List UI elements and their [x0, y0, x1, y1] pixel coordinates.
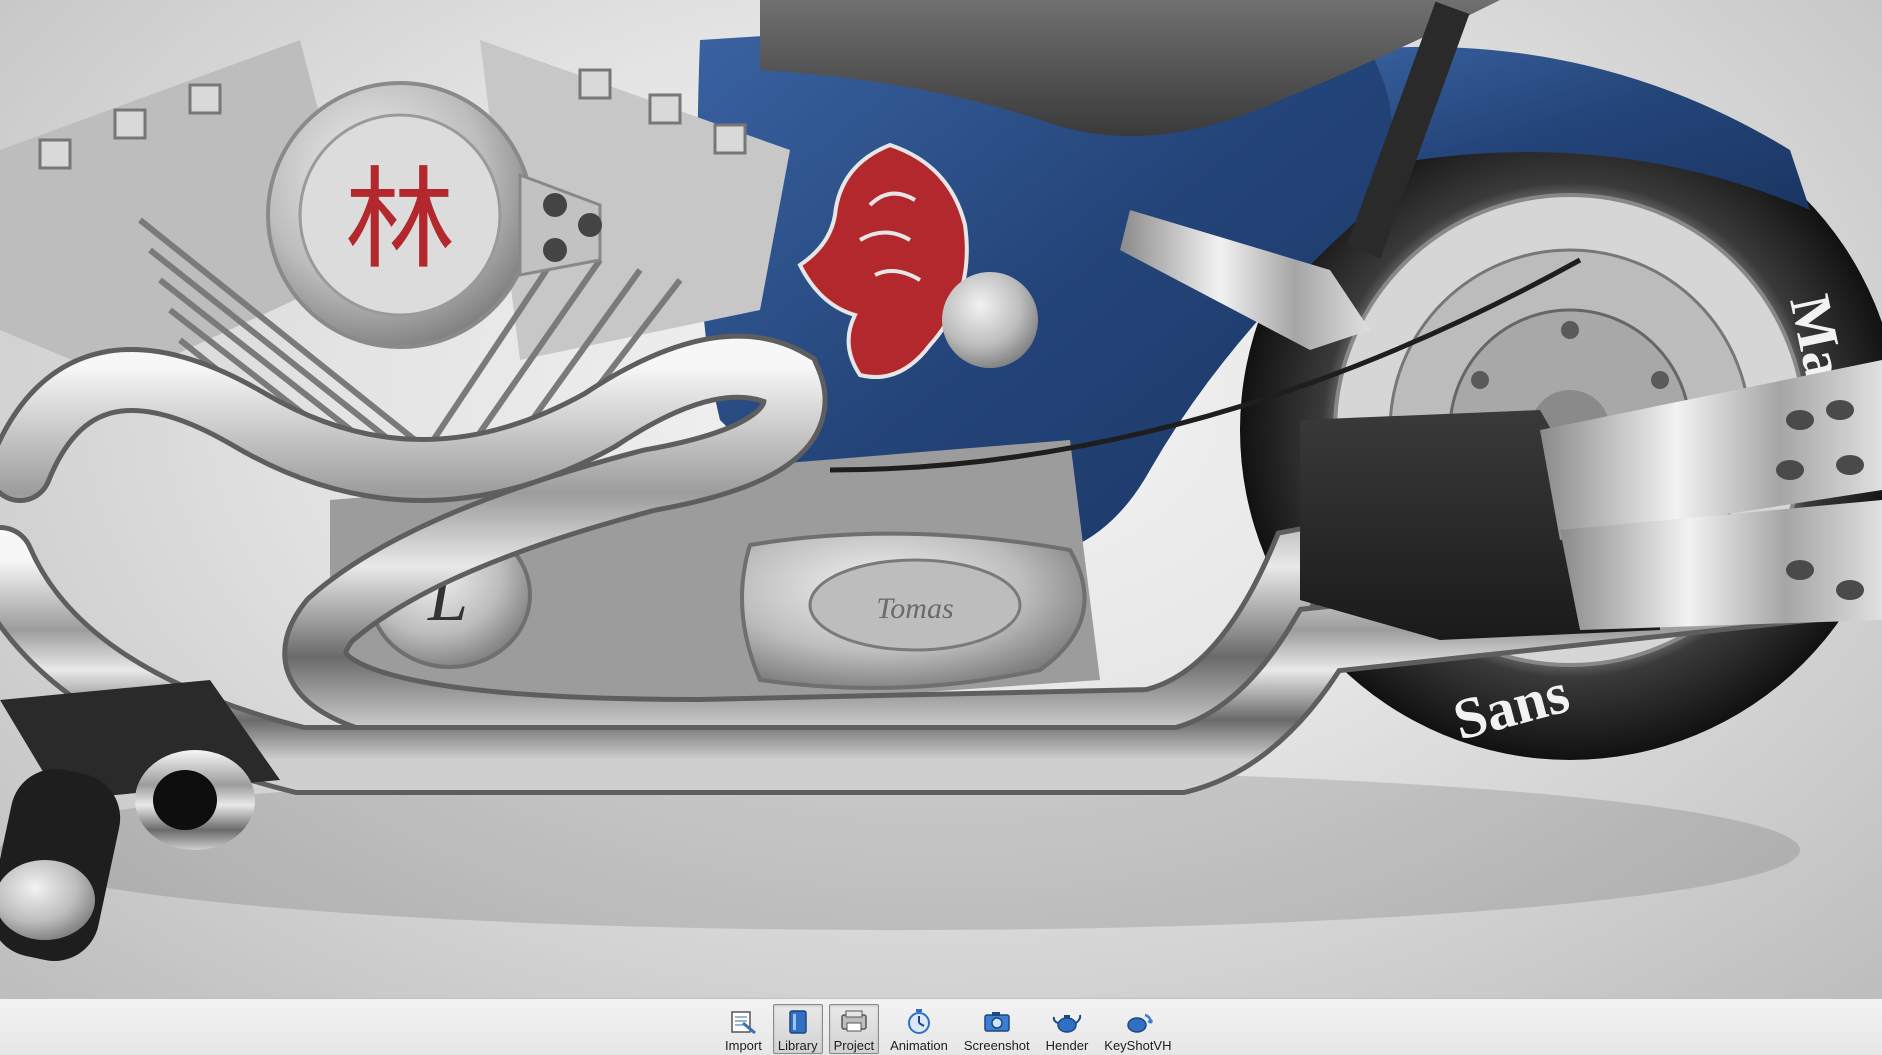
keyshotvr-icon [1123, 1008, 1153, 1036]
keyshotvr-button[interactable]: KeyShotVH [1099, 1004, 1176, 1054]
render-teapot-icon [1052, 1008, 1082, 1036]
render-label: Hender [1045, 1038, 1089, 1053]
project-icon [839, 1008, 869, 1036]
import-icon [728, 1008, 758, 1036]
library-label: Library [777, 1038, 818, 1053]
render-viewport[interactable]: Mau Sans 林 L Tomas [0, 0, 1882, 998]
air-cleaner-glyph: 林 [345, 156, 455, 284]
motorcycle-render: Mau Sans 林 L Tomas [0, 0, 1882, 961]
toolbar-buttons: Import Library Project Animation Screens… [720, 1002, 1176, 1054]
project-label: Project [833, 1038, 875, 1053]
animation-icon [904, 1008, 934, 1036]
screenshot-icon [982, 1008, 1012, 1036]
animation-label: Animation [890, 1038, 948, 1053]
library-button[interactable]: Library [772, 1004, 823, 1054]
keyshotvr-label: KeyShotVH [1104, 1038, 1172, 1053]
animation-button[interactable]: Animation [885, 1004, 953, 1054]
library-icon [783, 1008, 813, 1036]
render-button[interactable]: Hender [1041, 1004, 1094, 1054]
import-button[interactable]: Import [720, 1004, 767, 1054]
import-label: Import [725, 1038, 762, 1053]
project-button[interactable]: Project [828, 1004, 880, 1054]
screenshot-label: Screenshot [963, 1038, 1030, 1053]
primary-cover-script: Tomas [876, 592, 953, 625]
primary-cover: Tomas [740, 531, 1087, 690]
frame-cap [942, 272, 1038, 368]
screenshot-button[interactable]: Screenshot [959, 1004, 1035, 1054]
bottom-toolbar: Import Library Project Animation Screens… [0, 998, 1882, 1055]
